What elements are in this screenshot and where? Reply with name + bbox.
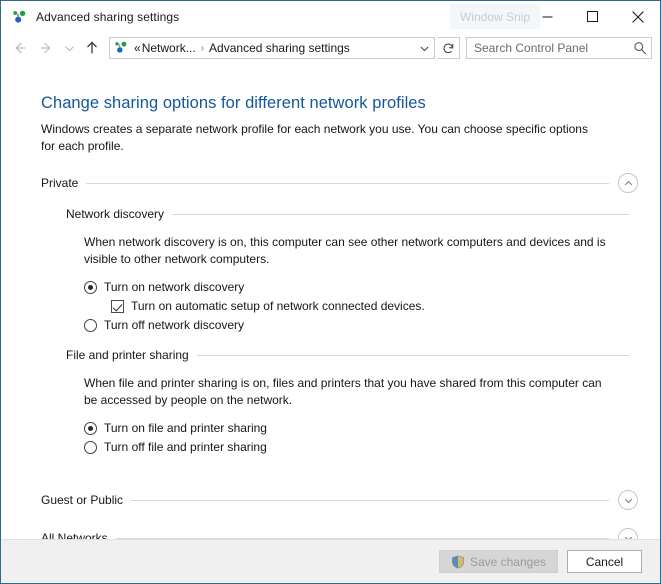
breadcrumb-overflow-icon[interactable]: « [134,41,142,55]
caption-button-group [525,1,660,32]
section-header-all-networks[interactable]: All Networks [41,528,638,539]
window-snip-overlay: Window Snip [449,4,540,29]
section-label-private: Private [41,176,79,190]
forward-button[interactable] [33,35,59,61]
section-rule [131,499,609,501]
file-printer-sharing-description: When file and printer sharing is on, fil… [84,376,602,407]
section-rule [115,537,609,539]
close-button[interactable] [615,1,660,32]
option-label: Turn on file and printer sharing [104,421,267,435]
option-turn-on-file-printer-sharing[interactable]: Turn on file and printer sharing [84,420,638,437]
section-label-all-networks: All Networks [41,531,108,539]
address-network-sharing-icon [114,40,130,56]
network-sharing-icon [12,9,28,25]
radio-turn-on-network-discovery[interactable] [84,281,97,294]
section-label-guest-or-public: Guest or Public [41,493,124,507]
navigation-bar: « Network... › Advanced sharing settings [1,32,660,64]
window-snip-label: Window Snip [459,9,530,24]
file-printer-sharing-options: Turn on file and printer sharing Turn of… [84,420,638,456]
refresh-button[interactable] [438,37,460,59]
chevron-up-icon[interactable] [618,173,638,193]
option-label: Turn off file and printer sharing [104,440,267,454]
recent-locations-button[interactable] [59,35,79,61]
title-bar: Advanced sharing settings Window Snip [1,1,660,32]
search-input[interactable] [467,40,629,56]
breadcrumb-item-network[interactable]: Network... [142,41,196,55]
option-label: Turn on network discovery [104,280,245,294]
save-changes-label: Save changes [469,554,546,569]
subsection-header-file-printer-sharing: File and printer sharing [66,348,638,362]
radio-turn-on-file-printer-sharing[interactable] [84,422,97,435]
checkbox-automatic-setup[interactable] [111,300,124,313]
cancel-button[interactable]: Cancel [567,550,642,573]
chevron-down-icon[interactable] [618,528,638,539]
subsection-label-network-discovery: Network discovery [66,207,165,221]
section-header-guest-or-public[interactable]: Guest or Public [41,490,638,510]
option-label: Turn off network discovery [104,318,245,332]
option-turn-on-network-discovery[interactable]: Turn on network discovery [84,279,638,296]
option-label: Turn on automatic setup of network conne… [131,299,425,313]
search-box[interactable] [466,37,652,59]
up-button[interactable] [79,35,105,61]
radio-turn-off-network-discovery[interactable] [84,319,97,332]
section-rule [86,182,609,184]
uac-shield-icon [451,555,465,569]
advanced-sharing-settings-window: Advanced sharing settings Window Snip « … [0,0,661,584]
chevron-down-icon[interactable] [414,38,434,58]
subsection-rule [172,213,629,215]
option-automatic-setup[interactable]: Turn on automatic setup of network conne… [111,298,638,315]
cancel-label: Cancel [585,554,624,569]
content-area: Change sharing options for different net… [1,64,660,539]
save-changes-button[interactable]: Save changes [438,550,558,573]
subsection-label-file-printer-sharing: File and printer sharing [66,348,189,362]
address-bar[interactable]: « Network... › Advanced sharing settings [109,37,435,59]
network-discovery-options: Turn on network discovery Turn on automa… [84,279,638,334]
section-header-private[interactable]: Private [41,173,638,193]
page-title: Change sharing options for different net… [41,94,426,112]
radio-turn-off-file-printer-sharing[interactable] [84,441,97,454]
page-description: Windows creates a separate network profi… [41,122,588,153]
search-icon[interactable] [629,38,651,58]
breadcrumb-item-current[interactable]: Advanced sharing settings [209,41,350,55]
back-button[interactable] [7,35,33,61]
maximize-button[interactable] [570,1,615,32]
subsection-header-network-discovery: Network discovery [66,207,638,221]
network-discovery-description: When network discovery is on, this compu… [84,235,606,266]
chevron-down-icon[interactable] [618,490,638,510]
breadcrumb-separator-icon[interactable]: › [196,43,209,54]
option-turn-off-network-discovery[interactable]: Turn off network discovery [84,317,638,334]
window-title: Advanced sharing settings [36,9,180,24]
option-turn-off-file-printer-sharing[interactable]: Turn off file and printer sharing [84,439,638,456]
subsection-rule [196,354,629,356]
breadcrumb: « Network... › Advanced sharing settings [134,41,414,55]
footer-bar: Save changes Cancel [1,539,660,583]
